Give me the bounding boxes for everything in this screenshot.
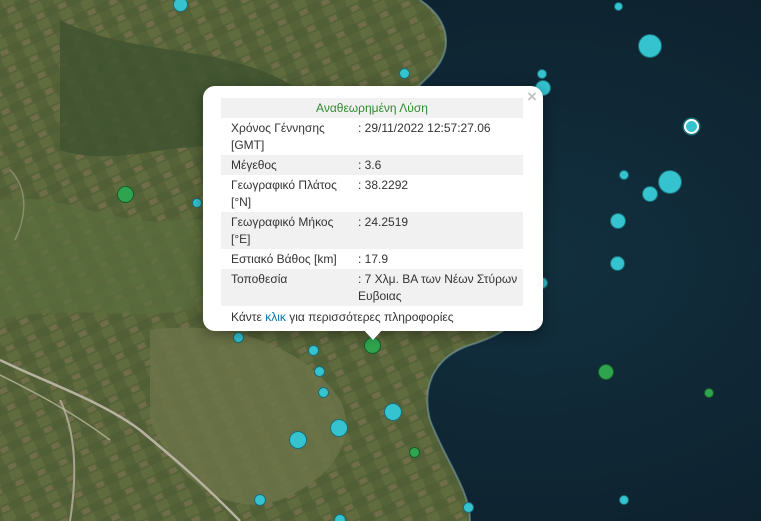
detail-row-magnitude: Μέγεθος : 3.6 — [221, 155, 523, 175]
location-value: : 7 Χλμ. ΒΑ των Νέων Στύρων Ευβοιας — [352, 269, 523, 306]
earthquake-marker[interactable] — [289, 431, 307, 449]
earthquake-marker[interactable] — [598, 364, 614, 380]
popup-title: Αναθεωρημένη Λύση — [221, 98, 523, 118]
depth-label: Εστιακό Βάθος [km] — [231, 252, 337, 266]
earthquake-marker[interactable] — [254, 494, 266, 506]
detail-row-longitude: Γεωγραφικό Μήκος [°E] : 24.2519 — [221, 212, 523, 249]
earthquake-marker[interactable] — [619, 170, 629, 180]
origin-time-value: : 29/11/2022 12:57:27.06 — [358, 121, 491, 135]
magnitude-value: : 3.6 — [352, 155, 523, 175]
popup-title-row: Αναθεωρημένη Λύση — [221, 98, 523, 118]
latitude-value: : 38.2292 — [358, 178, 409, 192]
more-info-link[interactable]: κλικ — [265, 310, 286, 324]
earthquake-marker[interactable] — [314, 366, 325, 377]
earthquake-marker[interactable] — [610, 213, 626, 229]
more-info-text: Κάντε κλικ για περισσότερες πληροφορίες — [221, 306, 523, 327]
earthquake-marker[interactable] — [658, 170, 682, 194]
earthquake-marker[interactable] — [334, 514, 346, 521]
latitude-label: Γεωγραφικό Πλάτος [°N] — [231, 178, 337, 209]
detail-row-origin-time: Χρόνος Γέννησης [GMT] : 29/11/2022 12:57… — [221, 118, 523, 155]
earthquake-marker[interactable] — [610, 256, 625, 271]
earthquake-details-table: Αναθεωρημένη Λύση Χρόνος Γέννησης [GMT] … — [221, 98, 523, 327]
earthquake-marker[interactable] — [233, 332, 244, 343]
detail-row-depth: Εστιακό Βάθος [km] : 17.9 — [221, 249, 523, 269]
location-label: Τοποθεσία — [221, 269, 352, 306]
earthquake-marker[interactable] — [684, 119, 699, 134]
more-info-prefix: Κάντε — [231, 310, 266, 324]
earthquake-marker[interactable] — [330, 419, 348, 437]
earthquake-marker[interactable] — [399, 68, 410, 79]
magnitude-label: Μέγεθος — [221, 155, 352, 175]
detail-row-latitude: Γεωγραφικό Πλάτος [°N] : 38.2292 — [221, 175, 523, 212]
earthquake-marker[interactable] — [192, 198, 202, 208]
earthquake-marker[interactable] — [117, 186, 134, 203]
earthquake-marker[interactable] — [537, 69, 547, 79]
more-info-suffix: για περισσότερες πληροφορίες — [285, 310, 454, 324]
longitude-label: Γεωγραφικό Μήκος [°E] — [221, 212, 352, 249]
earthquake-marker[interactable] — [384, 403, 402, 421]
earthquake-marker[interactable] — [638, 34, 662, 58]
earthquake-marker[interactable] — [308, 345, 319, 356]
depth-value: : 17.9 — [358, 252, 389, 266]
earthquake-marker[interactable] — [318, 387, 329, 398]
earthquake-marker[interactable] — [614, 2, 623, 11]
more-info-row: Κάντε κλικ για περισσότερες πληροφορίες — [221, 306, 523, 327]
close-icon[interactable]: × — [522, 88, 542, 105]
origin-time-label: Χρόνος Γέννησης [GMT] — [231, 121, 325, 152]
popup-tip — [362, 328, 384, 340]
detail-row-location: Τοποθεσία : 7 Χλμ. ΒΑ των Νέων Στύρων Ευ… — [221, 269, 523, 306]
longitude-value: : 24.2519 — [352, 212, 523, 249]
earthquake-marker[interactable] — [619, 495, 629, 505]
earthquake-marker[interactable] — [463, 502, 474, 513]
earthquake-marker[interactable] — [409, 447, 420, 458]
earthquake-marker[interactable] — [704, 388, 714, 398]
earthquake-marker[interactable] — [642, 186, 658, 202]
